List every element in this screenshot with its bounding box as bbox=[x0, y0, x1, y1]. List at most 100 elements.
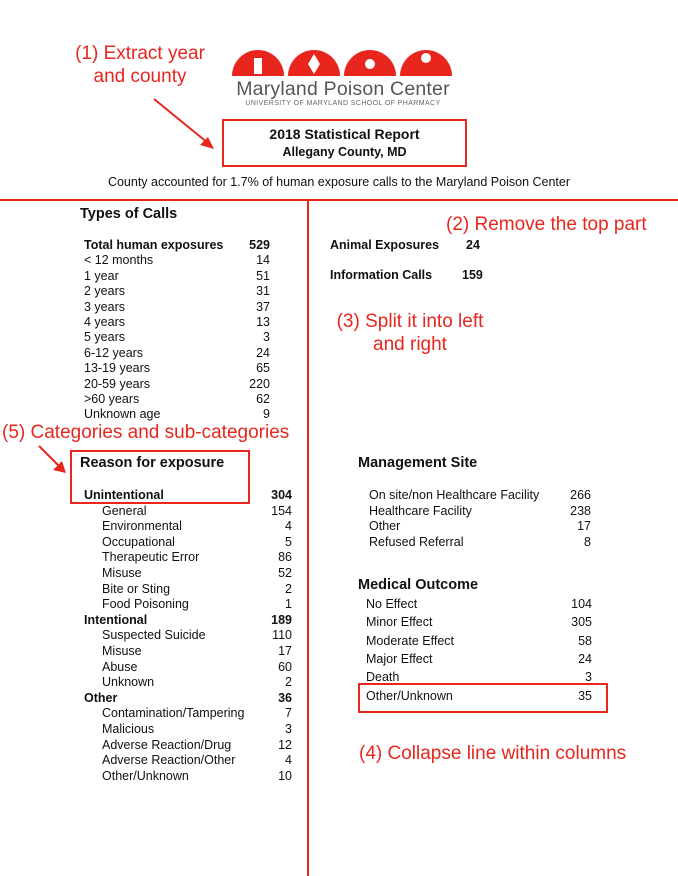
reason-row-label: Therapeutic Error bbox=[102, 550, 200, 565]
outcome-row: Moderate Effect 58 bbox=[366, 634, 592, 649]
logo: Maryland Poison Center UNIVERSITY OF MAR… bbox=[228, 42, 458, 108]
information-calls-value: 159 bbox=[462, 268, 483, 282]
types-of-calls-heading: Types of Calls bbox=[80, 206, 178, 222]
types-of-calls-row-value: 51 bbox=[256, 268, 270, 283]
report-title: 2018 Statistical Report bbox=[269, 126, 420, 142]
annotation-1-line1: (1) Extract year bbox=[75, 43, 205, 64]
logo-subtitle: UNIVERSITY OF MARYLAND SCHOOL OF PHARMAC… bbox=[245, 100, 441, 107]
reason-row-label: Bite or Sting bbox=[102, 581, 171, 596]
reason-row-value: 2 bbox=[285, 675, 292, 690]
types-of-calls-row-value: 529 bbox=[249, 238, 270, 252]
reason-row-value: 17 bbox=[278, 644, 292, 658]
reason-row-label: Adverse Reaction/Other bbox=[102, 753, 236, 768]
reason-row-label: Unknown bbox=[102, 675, 155, 690]
reason-row-label: Suspected Suicide bbox=[102, 628, 206, 643]
outcome-row-label: Minor Effect bbox=[366, 615, 433, 630]
reason-row: Suspected Suicide 110 bbox=[84, 628, 292, 643]
reason-row: Abuse 60 bbox=[84, 660, 292, 675]
logo-mark bbox=[232, 50, 452, 76]
reason-row: Intentional 189 bbox=[84, 613, 292, 628]
types-of-calls-row: 2 years 31 bbox=[84, 284, 270, 299]
reason-row-value: 110 bbox=[272, 628, 292, 643]
reason-row-value: 4 bbox=[285, 519, 292, 534]
types-of-calls-row-label: 5 years bbox=[84, 330, 125, 345]
outcome-row: Minor Effect 305 bbox=[366, 615, 592, 630]
reason-row-label: Misuse bbox=[102, 566, 142, 580]
summary-text: County accounted for 1.7% of human expos… bbox=[107, 175, 571, 189]
types-of-calls-row: Total human exposures 529 bbox=[84, 238, 270, 253]
types-of-calls-row-value: 65 bbox=[256, 361, 270, 376]
reason-row: Other/Unknown 10 bbox=[84, 769, 292, 784]
management-row: Healthcare Facility 238 bbox=[369, 504, 591, 519]
reason-row-value: 12 bbox=[278, 737, 292, 752]
reason-row: Bite or Sting 2 bbox=[84, 582, 292, 597]
outcome-row-label: No Effect bbox=[366, 597, 418, 611]
types-of-calls-row-label: 1 year bbox=[84, 268, 119, 283]
animal-exposures-label: Animal Exposures bbox=[330, 238, 440, 252]
types-of-calls-row: 1 year 51 bbox=[84, 269, 270, 284]
reason-row: Contamination/Tampering 7 bbox=[84, 706, 292, 721]
reason-row-value: 3 bbox=[285, 722, 292, 736]
management-row: On site/non Healthcare Facility 266 bbox=[369, 488, 591, 503]
reason-row-value: 36 bbox=[278, 690, 292, 705]
management-row-label: On site/non Healthcare Facility bbox=[369, 488, 540, 502]
reason-row: Misuse 17 bbox=[84, 644, 292, 659]
management-row: Other 17 bbox=[369, 519, 591, 534]
reason-row-value: 60 bbox=[278, 659, 292, 674]
reason-row-value: 1 bbox=[285, 597, 292, 612]
annotation-5: (5) Categories and sub-categories bbox=[2, 422, 290, 443]
outcome-row: Major Effect 24 bbox=[366, 652, 592, 667]
management-row: Refused Referral 8 bbox=[369, 535, 591, 550]
management-row-value: 238 bbox=[570, 503, 591, 518]
reason-row-value: 86 bbox=[278, 550, 292, 565]
annotation-4: (4) Collapse line within columns bbox=[359, 743, 627, 764]
reason-row-label: Malicious bbox=[102, 722, 155, 736]
types-of-calls-row: 3 years 37 bbox=[84, 300, 270, 315]
reason-row-label: Occupational bbox=[102, 534, 175, 549]
types-of-calls-row-value: 24 bbox=[256, 345, 270, 360]
types-of-calls-row: 5 years 3 bbox=[84, 330, 270, 345]
types-of-calls-row-label: 13-19 years bbox=[84, 361, 151, 376]
reason-row-value: 7 bbox=[285, 706, 292, 721]
reason-row-value: 189 bbox=[271, 612, 292, 627]
annotation-2: (2) Remove the top part bbox=[446, 214, 647, 235]
types-of-calls-row-value: 14 bbox=[256, 253, 270, 268]
reason-row: Unknown 2 bbox=[84, 675, 292, 690]
outcome-row: No Effect 104 bbox=[366, 597, 592, 612]
reason-row: General 154 bbox=[84, 504, 292, 519]
types-of-calls-row-value: 220 bbox=[249, 376, 270, 391]
outcome-row-value: 104 bbox=[571, 597, 592, 611]
reason-row-value: 52 bbox=[278, 566, 292, 580]
reason-row: Misuse 52 bbox=[84, 566, 292, 581]
reason-row-label: Food Poisoning bbox=[102, 597, 189, 612]
reason-row: Other 36 bbox=[84, 691, 292, 706]
types-of-calls-row-value: 62 bbox=[256, 392, 270, 406]
reason-row-value: 304 bbox=[271, 488, 292, 502]
reason-row-value: 154 bbox=[271, 503, 292, 518]
outcome-row-value: 305 bbox=[571, 615, 592, 630]
types-of-calls-row-label: 20-59 years bbox=[84, 376, 151, 391]
outcome-row-label: Moderate Effect bbox=[366, 633, 455, 648]
reason-row-label: Contamination/Tampering bbox=[102, 706, 245, 721]
annotation-1-arrow bbox=[153, 98, 214, 149]
reason-row-label: Misuse bbox=[102, 644, 142, 658]
types-of-calls-row: 13-19 years 65 bbox=[84, 361, 270, 376]
outcome-heading: Medical Outcome bbox=[358, 577, 479, 593]
types-of-calls-row-label: Total human exposures bbox=[84, 238, 224, 252]
types-of-calls-row: >60 years 62 bbox=[84, 392, 270, 407]
annotation-3: (3) Split it into left and right bbox=[325, 310, 495, 356]
types-of-calls-row-value: 13 bbox=[256, 315, 270, 329]
reason-row-label: Environmental bbox=[102, 519, 182, 534]
management-row-value: 8 bbox=[584, 534, 591, 549]
reason-row-label: Intentional bbox=[84, 612, 148, 627]
reason-row-value: 2 bbox=[285, 581, 292, 596]
reason-row-label: Other/Unknown bbox=[102, 768, 189, 783]
types-of-calls-row-label: >60 years bbox=[84, 392, 140, 406]
report-county: Allegany County, MD bbox=[282, 145, 407, 159]
reason-row: Therapeutic Error 86 bbox=[84, 550, 292, 565]
reason-row: Adverse Reaction/Other 4 bbox=[84, 753, 292, 768]
reason-row-label: Adverse Reaction/Drug bbox=[102, 737, 232, 752]
management-row-label: Healthcare Facility bbox=[369, 503, 472, 518]
types-of-calls-row-label: 2 years bbox=[84, 284, 125, 299]
annotation-1-line2: and county bbox=[93, 66, 187, 87]
